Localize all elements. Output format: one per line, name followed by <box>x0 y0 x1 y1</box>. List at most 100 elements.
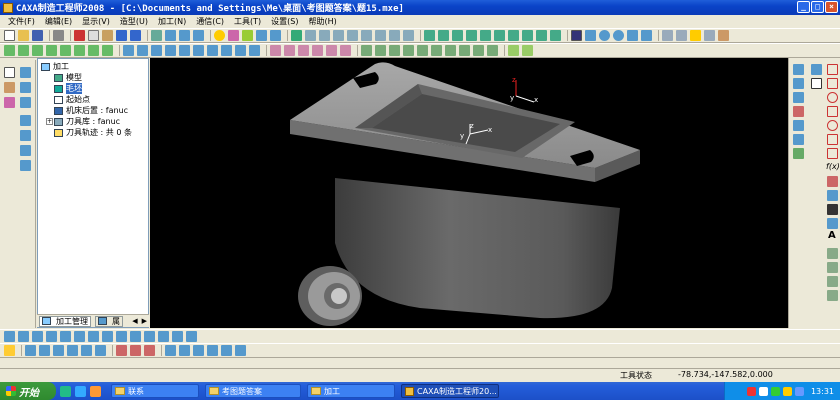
tray-icon-3[interactable] <box>770 386 780 396</box>
r-tool4-icon[interactable] <box>793 106 804 117</box>
tray-icon-5[interactable] <box>794 386 804 396</box>
text-tool-icon[interactable]: A <box>828 230 836 241</box>
cut-icon[interactable] <box>74 30 85 41</box>
feature6-icon[interactable] <box>74 45 85 56</box>
menu-view[interactable]: 显示(V) <box>82 16 110 27</box>
r-tool6-icon[interactable] <box>793 134 804 145</box>
pencil-icon[interactable] <box>718 30 729 41</box>
layer-icon[interactable] <box>151 30 162 41</box>
menu-communication[interactable]: 通信(C) <box>196 16 224 27</box>
op2-icon[interactable] <box>284 45 295 56</box>
op10-icon[interactable] <box>403 45 414 56</box>
op6-icon[interactable] <box>340 45 351 56</box>
undo-icon[interactable] <box>116 30 127 41</box>
line2-icon[interactable] <box>827 64 838 75</box>
tab-machining-manager[interactable]: 加工管理 <box>39 315 91 327</box>
c8-icon[interactable] <box>130 345 141 356</box>
c7-icon[interactable] <box>116 345 127 356</box>
render2-icon[interactable] <box>676 30 687 41</box>
redo-icon[interactable] <box>130 30 141 41</box>
surface2-icon[interactable] <box>137 45 148 56</box>
copy-icon[interactable] <box>88 30 99 41</box>
tree-item-tool-library[interactable]: + 刀具库 : fanuc <box>46 116 120 127</box>
shade-icon[interactable] <box>291 30 302 41</box>
wire3-icon[interactable] <box>333 30 344 41</box>
rotate-icon[interactable] <box>627 30 638 41</box>
wire6-icon[interactable] <box>375 30 386 41</box>
c13-icon[interactable] <box>207 345 218 356</box>
c3-icon[interactable] <box>53 345 64 356</box>
feature8-icon[interactable] <box>102 45 113 56</box>
formula-curve-icon[interactable]: f(x) <box>826 162 840 171</box>
point-icon[interactable] <box>827 176 838 187</box>
c12-icon[interactable] <box>193 345 204 356</box>
task-caxa[interactable]: CAXA制造工程师20... <box>401 384 499 398</box>
quicklaunch-2-icon[interactable] <box>75 385 86 397</box>
op12-icon[interactable] <box>431 45 442 56</box>
sketch-icon[interactable] <box>4 82 15 93</box>
color-icon[interactable] <box>228 30 239 41</box>
tree-item-start-point[interactable]: 起始点 <box>54 94 90 105</box>
line-icon[interactable] <box>811 64 822 75</box>
op1-icon[interactable] <box>270 45 281 56</box>
curve-icon[interactable] <box>20 82 31 93</box>
close-button[interactable]: × <box>825 1 838 13</box>
menu-help[interactable]: 帮助(H) <box>309 16 337 27</box>
tab-scroll-left-icon[interactable]: ◀ <box>132 317 137 325</box>
tray-icon-4[interactable] <box>782 386 792 396</box>
filter-icon[interactable] <box>242 30 253 41</box>
solid10-icon[interactable] <box>550 30 561 41</box>
surface4-icon[interactable] <box>165 45 176 56</box>
op13-icon[interactable] <box>445 45 456 56</box>
render3-icon[interactable] <box>704 30 715 41</box>
op7-icon[interactable] <box>361 45 372 56</box>
c4-icon[interactable] <box>67 345 78 356</box>
feature4-icon[interactable] <box>46 45 57 56</box>
op14-icon[interactable] <box>459 45 470 56</box>
arc-icon[interactable] <box>827 148 838 159</box>
zoom-window-icon[interactable] <box>585 30 596 41</box>
pencil-edit-icon[interactable] <box>4 345 15 356</box>
op5-icon[interactable] <box>326 45 337 56</box>
feature1-icon[interactable] <box>4 45 15 56</box>
ellipse-icon[interactable] <box>827 120 838 131</box>
b11-icon[interactable] <box>144 331 155 342</box>
c1-icon[interactable] <box>25 345 36 356</box>
b2-icon[interactable] <box>18 331 29 342</box>
tree-item-model[interactable]: 模型 <box>54 72 82 83</box>
new-file-icon[interactable] <box>4 30 15 41</box>
feature5-icon[interactable] <box>60 45 71 56</box>
feature2-icon[interactable] <box>18 45 29 56</box>
edit3-icon[interactable] <box>827 276 838 287</box>
tree-item-postprocessor[interactable]: 机床后置 : fanuc <box>54 105 128 116</box>
op9-icon[interactable] <box>389 45 400 56</box>
b1-icon[interactable] <box>4 331 15 342</box>
menu-tools[interactable]: 工具(T) <box>234 16 261 27</box>
edit1-icon[interactable] <box>827 248 838 259</box>
tool-icon[interactable] <box>165 30 176 41</box>
c9-icon[interactable] <box>144 345 155 356</box>
r-tool5-icon[interactable] <box>793 120 804 131</box>
tree-toggle-icon[interactable] <box>20 67 31 78</box>
b7-icon[interactable] <box>88 331 99 342</box>
ops-icon[interactable] <box>20 115 31 126</box>
b8-icon[interactable] <box>102 331 113 342</box>
task-lianxi[interactable]: 联系 <box>111 384 199 398</box>
tab-scroll-right-icon[interactable]: ▶ <box>142 317 147 325</box>
solid7-icon[interactable] <box>508 30 519 41</box>
rect-icon[interactable] <box>827 106 838 117</box>
tool2-icon[interactable] <box>179 30 190 41</box>
expand-icon[interactable]: + <box>46 118 53 125</box>
light-icon[interactable] <box>214 30 225 41</box>
zoom-out-icon[interactable] <box>613 30 624 41</box>
op15-icon[interactable] <box>473 45 484 56</box>
b4-icon[interactable] <box>46 331 57 342</box>
solid5-icon[interactable] <box>480 30 491 41</box>
quicklaunch-3-icon[interactable] <box>90 385 101 397</box>
op11-icon[interactable] <box>417 45 428 56</box>
surface7-icon[interactable] <box>207 45 218 56</box>
circle-icon[interactable] <box>827 92 838 103</box>
3d-viewport[interactable]: z x y z x y <box>150 58 788 328</box>
tray-icon-2[interactable] <box>758 386 768 396</box>
tool3-icon[interactable] <box>193 30 204 41</box>
